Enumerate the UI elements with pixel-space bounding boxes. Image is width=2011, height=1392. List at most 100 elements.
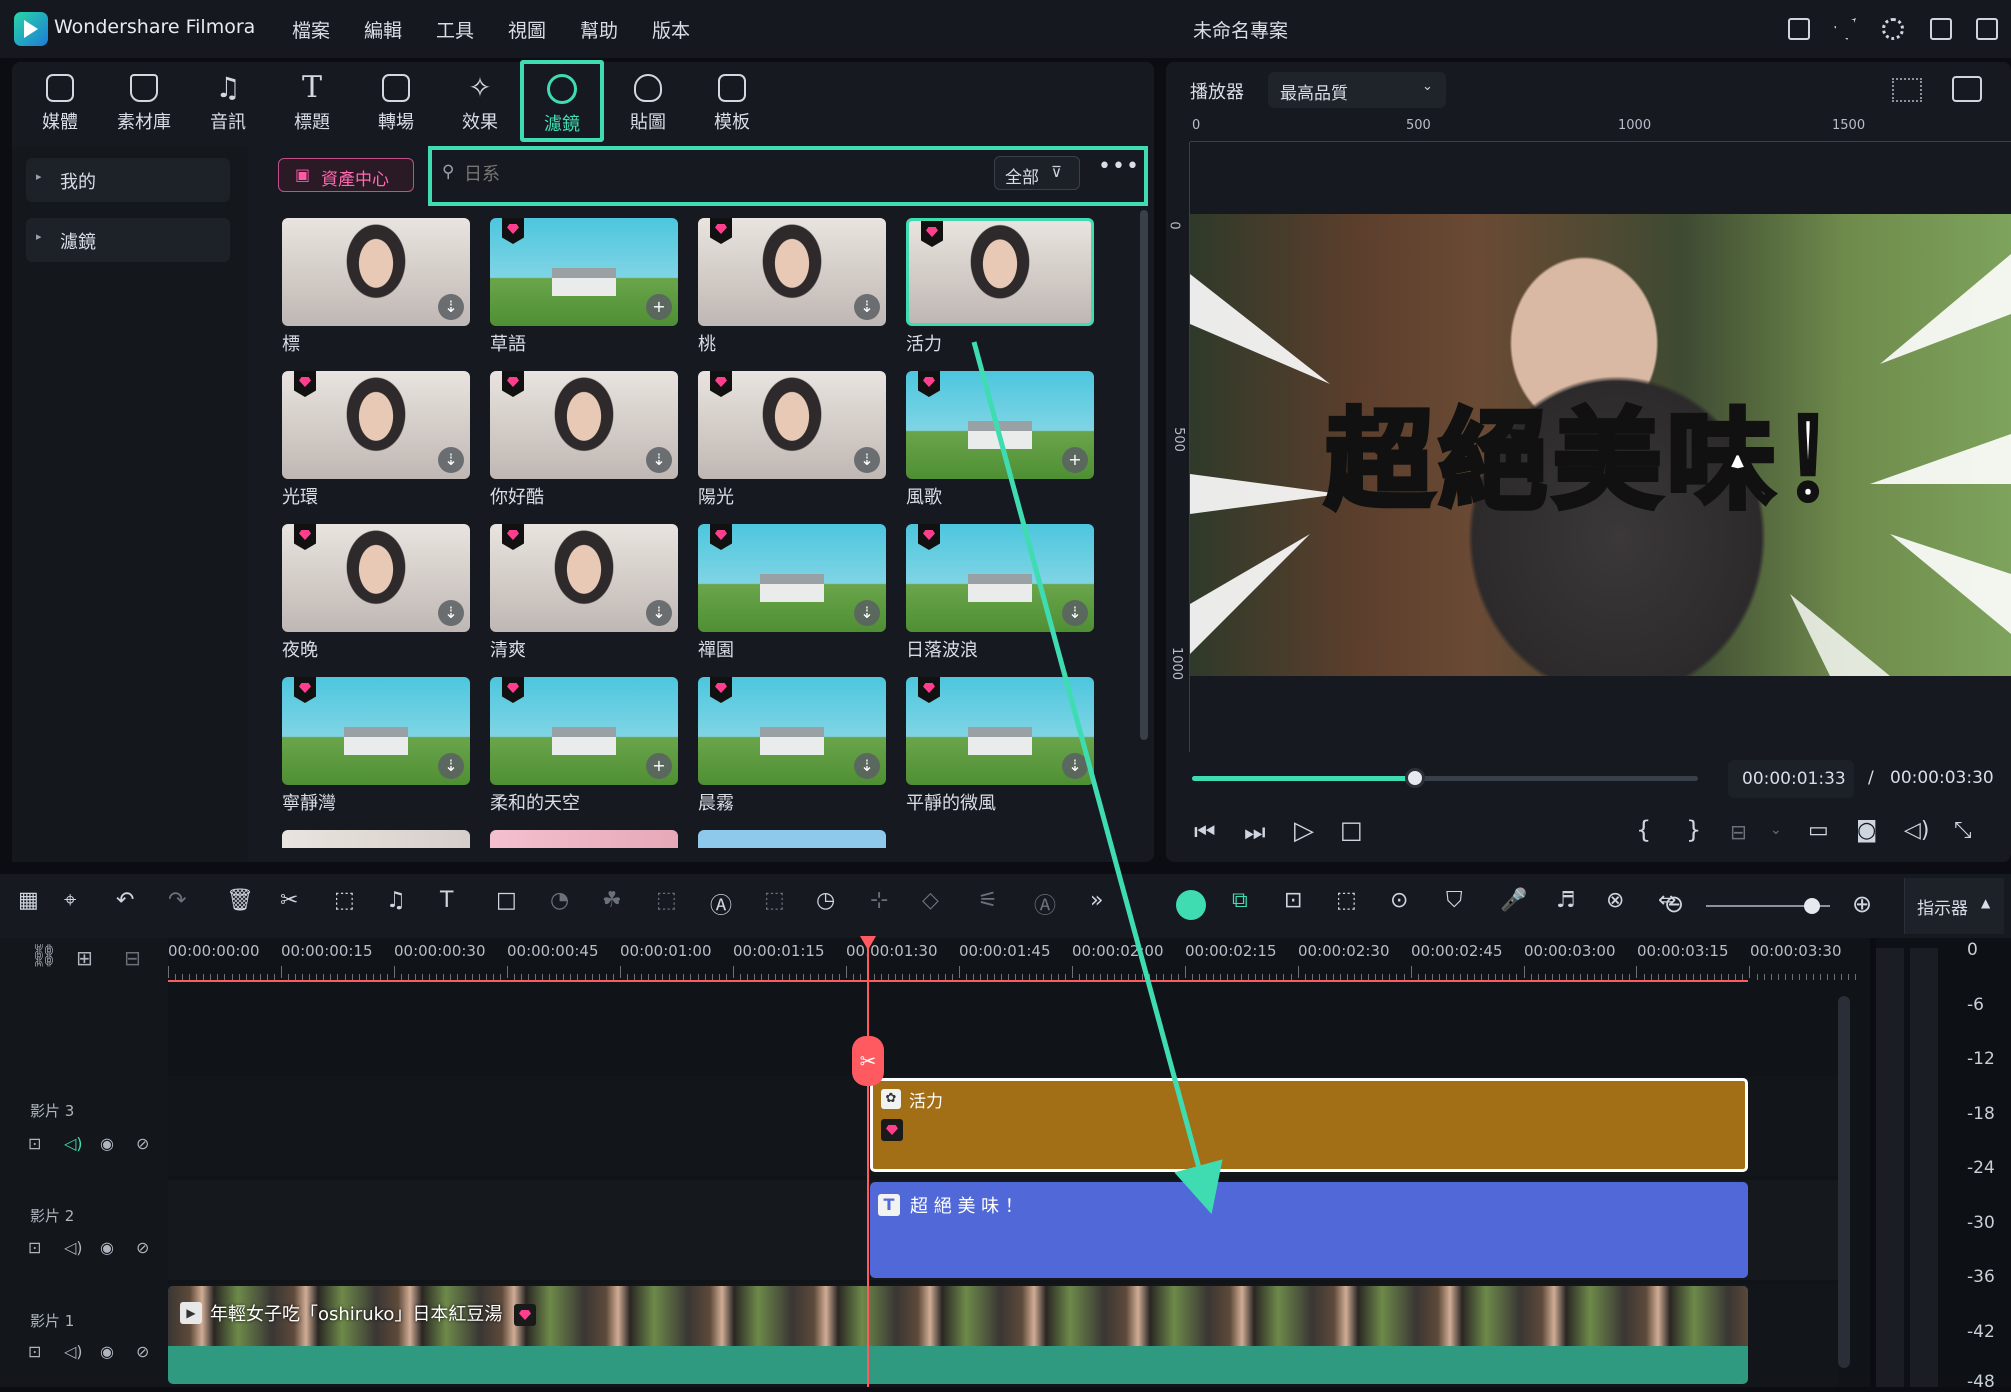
title-clip[interactable]: T 超 絕 美 味 ！ [870,1182,1748,1278]
gift-icon[interactable] [1788,18,1810,40]
audio-icon[interactable]: ♫ [386,888,406,913]
mute-icon[interactable]: ◁) [64,1134,83,1153]
search-input[interactable] [462,156,1022,192]
sidebar-item-mine[interactable]: ▸ 我的 [26,158,230,202]
timeline-ruler[interactable]: 00:00:00:00 00:00:00:15 00:00:00:30 00:00:0… [168,938,1868,984]
mark-out-icon[interactable]: } [1686,816,1701,844]
mic-icon[interactable]: 🎤 [1500,888,1527,913]
filter-thumb[interactable]: ⇣ [282,524,470,632]
lock-icon[interactable]: ⊡ [28,1342,41,1361]
current-time-field[interactable]: 00:00:01:33 [1728,760,1854,798]
mask-icon[interactable]: ⬚ [656,888,677,913]
download-icon[interactable]: ⇣ [646,600,672,626]
filter-thumb[interactable]: ⇣ [282,218,470,326]
stop-icon[interactable]: □ [1340,816,1363,844]
snap-icon[interactable]: ⧉ [1232,888,1248,913]
filter-thumb[interactable] [906,218,1094,326]
cut-icon[interactable]: ✂ [280,888,298,913]
tab-stock[interactable]: 素材庫 [108,70,180,140]
lock-icon[interactable]: ⊡ [28,1238,41,1257]
play-icon[interactable]: ▷ [1294,816,1314,846]
filter-thumb-partial[interactable] [490,830,678,848]
record-icon[interactable]: ⬚ [1336,888,1357,913]
chevron-down-icon[interactable]: ⌄ [1770,822,1782,838]
volume-icon[interactable]: ◁) [64,1342,83,1361]
download-icon[interactable]: ⇣ [854,600,880,626]
ai-text-icon[interactable]: Ⓐ [1034,888,1056,920]
download-icon[interactable]: ⇣ [438,753,464,779]
download-icon[interactable]: ⇣ [438,447,464,473]
filter-thumb[interactable]: ⇣ [906,524,1094,632]
split-icon[interactable]: ⊡ [1284,888,1302,913]
download-icon[interactable]: ⇣ [854,294,880,320]
undo-icon[interactable]: ↶ [116,888,134,913]
hide-icon[interactable]: ⊘ [136,1134,149,1153]
send-icon[interactable] [1834,18,1856,40]
next-frame-icon[interactable]: ⏭ [1244,818,1266,846]
volume-icon[interactable]: ◁) [1904,818,1930,843]
download-icon[interactable]: ⇣ [854,447,880,473]
filter-thumb[interactable]: ⇣ [490,371,678,479]
speed-icon[interactable]: ◔ [550,888,569,913]
download-icon[interactable]: ⇣ [438,294,464,320]
layout-icon[interactable] [1930,18,1952,40]
lock-icon[interactable]: ⊡ [28,1134,41,1153]
filter-thumb[interactable]: + [490,677,678,785]
filter-thumb-partial[interactable] [282,830,470,848]
tab-templates[interactable]: 模板 [696,70,768,140]
asset-center-button[interactable]: ▣ 資產中心 [278,158,414,192]
menu-version[interactable]: 版本 [652,16,690,43]
prev-frame-icon[interactable]: ⏮ [1194,818,1216,846]
adjust-icon[interactable]: ⚟ [978,888,998,913]
group-icon[interactable]: ⊞ [76,946,93,970]
fullscreen-icon[interactable]: ⤡ [1954,818,1972,843]
add-icon[interactable]: + [646,753,672,779]
add-icon[interactable]: + [1062,447,1088,473]
link-icon[interactable]: ⛓ [30,944,58,969]
shield-icon[interactable]: ⛉ [1446,888,1463,913]
filter-thumb[interactable]: ⇣ [698,218,886,326]
download-icon[interactable]: ⇣ [1062,600,1088,626]
ai-assistant-icon[interactable] [1176,890,1206,920]
loading-icon[interactable] [1882,18,1904,40]
filter-thumb-partial[interactable] [698,830,886,848]
filter-thumb[interactable]: + [906,371,1094,479]
eye-icon[interactable]: ◉ [100,1134,114,1153]
filter-thumb[interactable]: ⇣ [282,677,470,785]
download-icon[interactable]: ⇣ [1062,753,1088,779]
tab-audio[interactable]: ♫ 音訊 [192,70,264,140]
zoom-in-icon[interactable]: ⊕ [1852,890,1872,918]
menu-file[interactable]: 檔案 [292,16,330,43]
volume-icon[interactable]: ◁) [64,1238,83,1257]
filter-thumb[interactable]: ⇣ [698,677,886,785]
save-icon[interactable] [1976,18,1998,40]
player-progress-track[interactable] [1192,768,1698,788]
zoom-slider[interactable] [1706,898,1830,914]
redo-icon[interactable]: ↷ [168,888,186,913]
filter-thumb[interactable]: ⇣ [490,524,678,632]
playhead[interactable] [867,938,869,1387]
hide-icon[interactable]: ⊘ [136,1342,149,1361]
tab-titles[interactable]: T 標題 [276,70,348,140]
mark-in-icon[interactable]: { [1636,816,1651,844]
tab-transitions[interactable]: 轉場 [360,70,432,140]
tab-stickers[interactable]: 貼圖 [612,70,684,140]
timeline-scrollbar[interactable] [1838,996,1850,1368]
zoom-slider-handle[interactable] [1804,898,1820,914]
timer-icon[interactable]: ◷ [816,888,835,913]
eye-icon[interactable]: ◉ [100,1238,114,1257]
download-icon[interactable]: ⇣ [854,753,880,779]
quality-select[interactable]: 最高品質 ⌄ [1268,72,1446,108]
video-clip[interactable]: ▶ 年輕女子吃「oshiruko」日本紅豆湯 [168,1286,1748,1384]
tab-effects[interactable]: ✧ 效果 [444,70,516,140]
filter-dropdown[interactable]: 全部 ⊽ [994,156,1080,190]
indicator-dropdown[interactable]: 指示器 ▲ [1904,878,2004,934]
track-manage-icon[interactable]: ⊟ [124,946,141,970]
shape-icon[interactable]: □ [496,888,517,913]
text-icon[interactable]: T [440,888,453,913]
download-icon[interactable]: ⇣ [646,447,672,473]
more-icon[interactable]: » [1090,888,1103,913]
crop-icon[interactable]: ⬚ [334,888,355,913]
eye-icon[interactable]: ◉ [100,1342,114,1361]
layout-icon[interactable]: ▦ [18,888,39,913]
